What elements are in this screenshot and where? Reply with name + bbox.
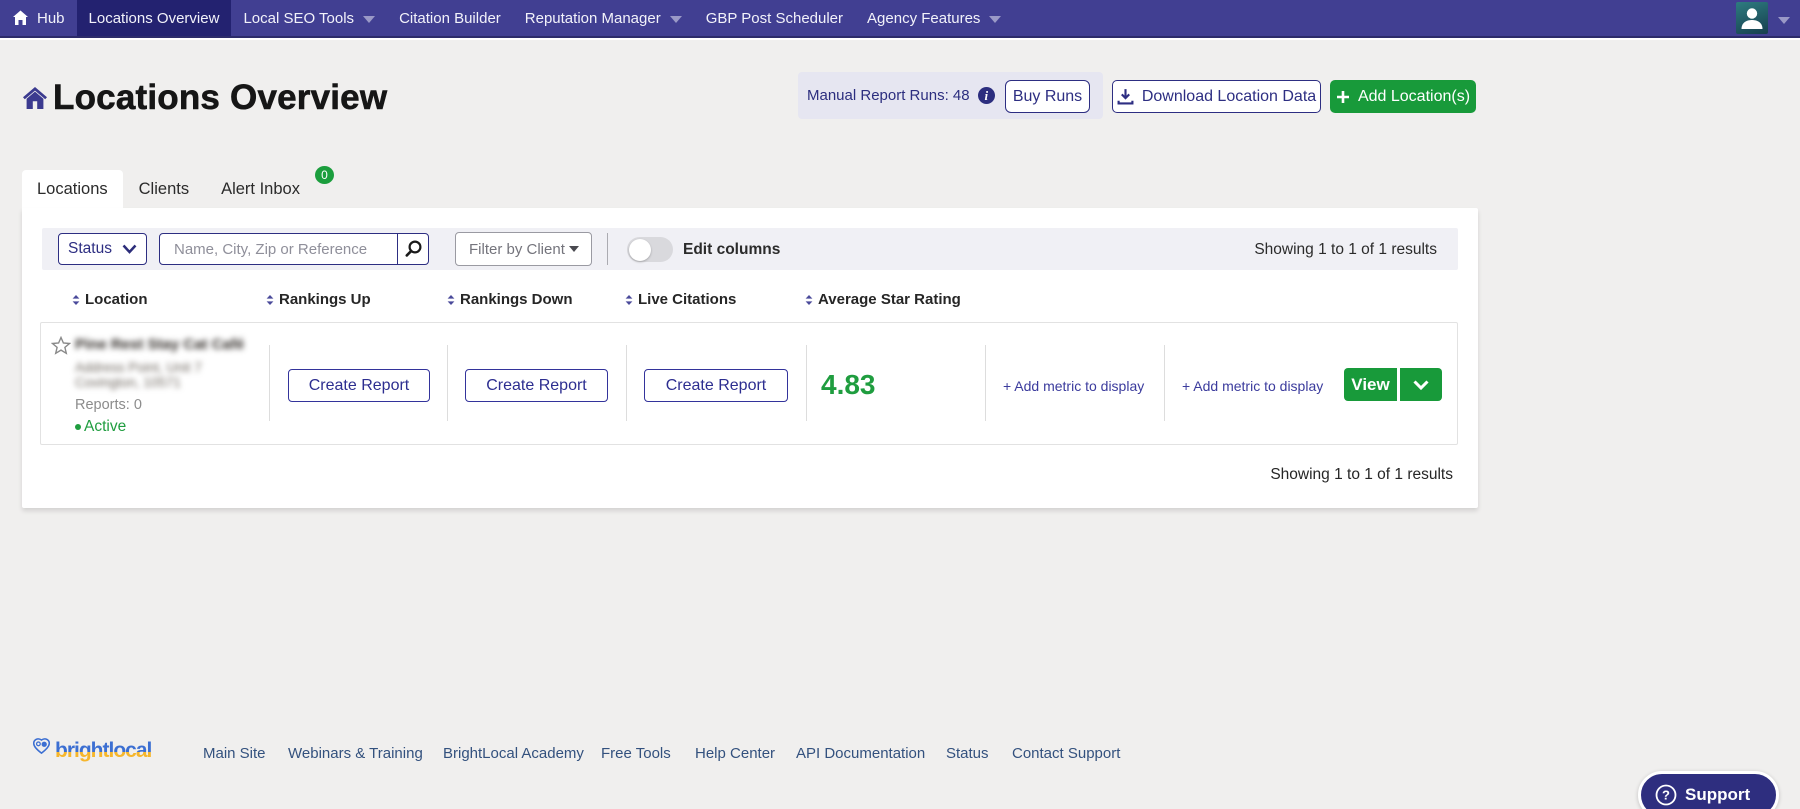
svg-text:?: ? <box>1662 788 1670 803</box>
